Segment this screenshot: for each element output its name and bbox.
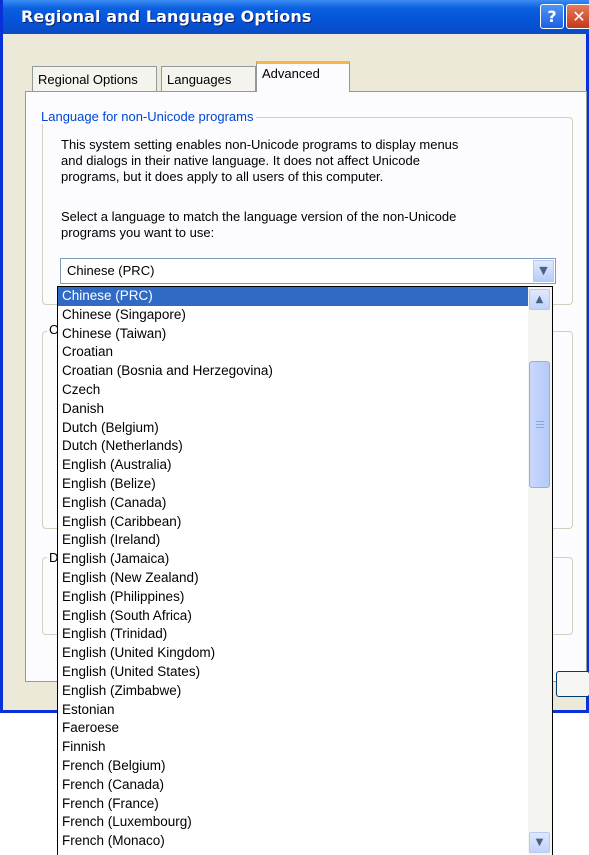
tab-languages[interactable]: Languages bbox=[161, 66, 256, 91]
dialog-button-partial[interactable] bbox=[556, 671, 589, 697]
list-item[interactable]: English (New Zealand) bbox=[58, 569, 528, 588]
help-icon: ? bbox=[547, 7, 557, 26]
tab-label: Advanced bbox=[262, 66, 320, 81]
list-item[interactable]: Croatian bbox=[58, 343, 528, 362]
list-item[interactable]: Estonian bbox=[58, 701, 528, 720]
tab-label: Regional Options bbox=[38, 72, 138, 87]
group-legend: Language for non-Unicode programs bbox=[38, 109, 257, 124]
instruction-line: programs you want to use: bbox=[61, 225, 215, 240]
chevron-down-icon[interactable]: ▼ bbox=[533, 260, 554, 282]
chevron-down-icon[interactable]: ▼ bbox=[529, 832, 550, 853]
list-item[interactable]: Chinese (Singapore) bbox=[58, 306, 528, 325]
list-item[interactable]: English (Caribbean) bbox=[58, 513, 528, 532]
thumb-grip bbox=[536, 427, 544, 428]
list-item[interactable]: English (Canada) bbox=[58, 494, 528, 513]
list-item[interactable]: Chinese (Taiwan) bbox=[58, 325, 528, 344]
list-item[interactable]: English (United Kingdom) bbox=[58, 644, 528, 663]
list-item[interactable]: English (Philippines) bbox=[58, 588, 528, 607]
language-dropdown-list[interactable]: Chinese (PRC) Chinese (Singapore) Chinese … bbox=[57, 286, 553, 855]
tab-regional-options[interactable]: Regional Options bbox=[32, 66, 157, 91]
instruction-line: Select a language to match the language … bbox=[61, 209, 457, 224]
list-item[interactable]: Czech bbox=[58, 381, 528, 400]
list-item[interactable]: English (Zimbabwe) bbox=[58, 682, 528, 701]
list-item[interactable]: Faeroese bbox=[58, 719, 528, 738]
thumb-grip bbox=[536, 424, 544, 425]
list-item[interactable]: French (France) bbox=[58, 795, 528, 814]
list-item[interactable]: English (Australia) bbox=[58, 456, 528, 475]
list-item[interactable]: English (United States) bbox=[58, 663, 528, 682]
title-bar[interactable]: Regional and Language Options ? ✕ bbox=[3, 0, 589, 34]
tab-advanced[interactable]: Advanced bbox=[256, 61, 350, 92]
group-instruction: Select a language to match the language … bbox=[61, 209, 551, 241]
list-item[interactable]: Croatian (Bosnia and Herzegovina) bbox=[58, 362, 528, 381]
list-item[interactable]: Chinese (PRC) bbox=[58, 287, 528, 306]
list-item[interactable]: Dutch (Netherlands) bbox=[58, 437, 528, 456]
list-item[interactable]: English (Belize) bbox=[58, 475, 528, 494]
tab-label: Languages bbox=[167, 72, 232, 87]
close-button[interactable]: ✕ bbox=[566, 4, 589, 29]
language-options: Chinese (PRC) Chinese (Singapore) Chinese … bbox=[58, 287, 528, 851]
description-line: and dialogs in their native language. It… bbox=[61, 153, 420, 168]
list-item[interactable]: French (Canada) bbox=[58, 776, 528, 795]
vertical-scrollbar[interactable]: ▲ ▼ bbox=[528, 287, 552, 855]
list-item[interactable]: French (Monaco) bbox=[58, 832, 528, 851]
list-item[interactable]: Dutch (Belgium) bbox=[58, 419, 528, 438]
list-item[interactable]: English (Jamaica) bbox=[58, 550, 528, 569]
list-item[interactable]: English (Trinidad) bbox=[58, 625, 528, 644]
help-button[interactable]: ? bbox=[540, 4, 564, 29]
scrollbar-thumb[interactable] bbox=[529, 361, 550, 488]
group-description: This system setting enables non-Unicode … bbox=[61, 137, 551, 185]
close-icon: ✕ bbox=[572, 7, 586, 26]
description-line: This system setting enables non-Unicode … bbox=[61, 137, 459, 152]
list-item[interactable]: French (Belgium) bbox=[58, 757, 528, 776]
list-item[interactable]: Danish bbox=[58, 400, 528, 419]
list-item[interactable]: Finnish bbox=[58, 738, 528, 757]
description-line: programs, but it does apply to all users… bbox=[61, 169, 384, 184]
list-item[interactable]: English (South Africa) bbox=[58, 607, 528, 626]
combobox-value: Chinese (PRC) bbox=[67, 263, 155, 278]
language-combobox[interactable]: Chinese (PRC) ▼ bbox=[60, 258, 556, 284]
thumb-grip bbox=[536, 421, 544, 422]
window-title: Regional and Language Options bbox=[21, 7, 312, 26]
chevron-up-icon[interactable]: ▲ bbox=[529, 289, 550, 310]
list-item[interactable]: English (Ireland) bbox=[58, 531, 528, 550]
list-item[interactable]: French (Luxembourg) bbox=[58, 813, 528, 832]
